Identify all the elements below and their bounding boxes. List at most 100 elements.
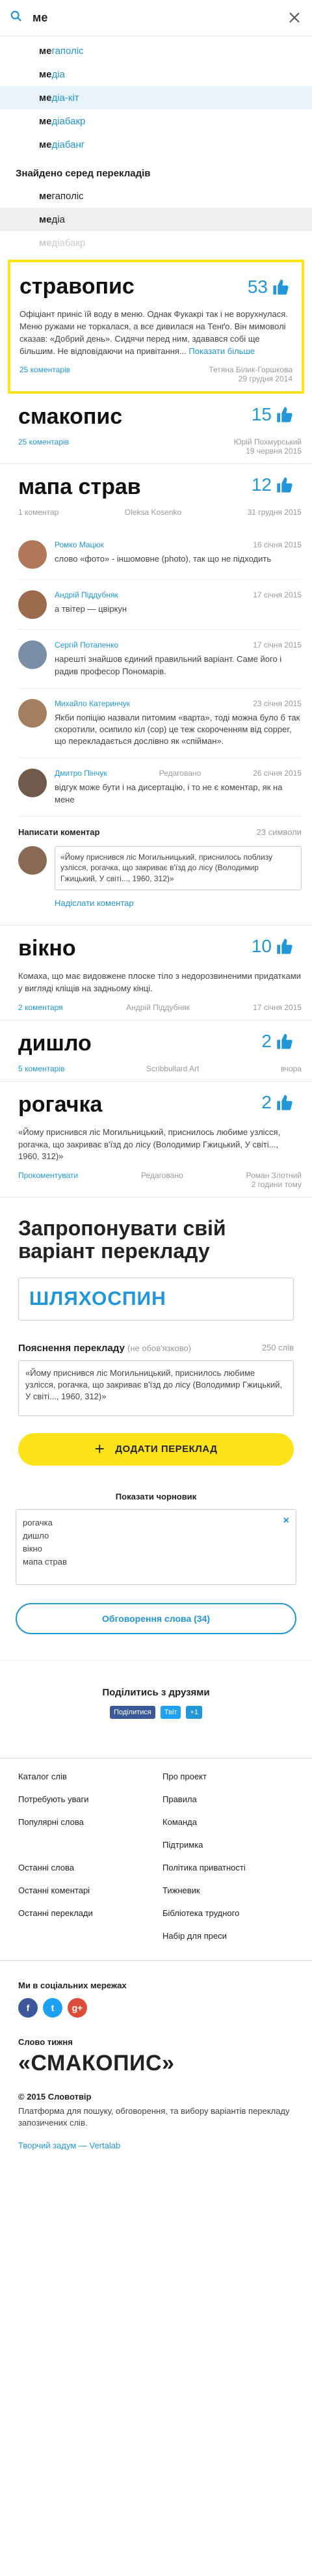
word-desc: Комаха, що має видовжене плоске тіло з н… — [18, 971, 301, 993]
twitter-icon[interactable]: t — [43, 1997, 62, 2018]
footer-spacer — [18, 1840, 150, 1849]
comments-link[interactable]: 2 коментаря — [18, 1003, 63, 1012]
add-translation-button[interactable]: + ДОДАТИ ПЕРЕКЛАД — [18, 1432, 294, 1466]
comment-date: 17 січня 2015 — [253, 640, 302, 650]
send-comment-link[interactable]: Надіслати коментар — [55, 898, 302, 908]
facebook-share-button[interactable]: Поділитися — [110, 1705, 155, 1719]
copyright: © 2015 Словотвір — [18, 2091, 92, 2102]
facebook-icon[interactable]: f — [18, 1997, 38, 2018]
suggestion-item[interactable]: ме дiабакр — [0, 109, 312, 133]
google-plus-icon[interactable]: g+ — [68, 1997, 87, 2018]
variant-input[interactable]: ШЛЯХОСПИН — [18, 1277, 294, 1321]
discussion-button[interactable]: Обговорення слова (34) — [16, 1602, 296, 1634]
draft-item[interactable]: рогачка — [23, 1516, 289, 1529]
card-meta: 2 коментаря Андрій Піддубняк 17 січня 20… — [18, 1002, 302, 1012]
footer-link[interactable]: Каталог слів — [18, 1772, 150, 1781]
comments-link[interactable]: 25 коментарів — [20, 365, 70, 383]
card-meta: 5 коментарів Scribbullard Art вчора — [18, 1063, 302, 1073]
word-card[interactable]: дишло 2 5 коментарів Scribbullard Art вч… — [0, 1021, 312, 1082]
footer-link[interactable]: Потребують уваги — [18, 1794, 150, 1804]
footer-link[interactable]: Набір для преси — [162, 1931, 294, 1941]
thumb-up-icon[interactable] — [276, 1032, 294, 1050]
footer-link[interactable]: Популярні слова — [18, 1817, 150, 1827]
comment-item: Ромко Мацюк 16 січня 2015 слово «фото» - … — [18, 530, 302, 581]
draft-item[interactable]: вікно — [23, 1542, 289, 1555]
thumb-up-icon[interactable] — [276, 476, 294, 494]
vote-score[interactable]: 53 — [248, 277, 290, 297]
card-meta: 25 коментарів Юрій Похмурський 19 червня … — [18, 437, 302, 456]
comment-author[interactable]: Сергій Потапенко — [55, 640, 118, 650]
footer-link[interactable]: Команда — [162, 1817, 294, 1827]
word-card[interactable]: рогачка 2 «Йому приснився ліс Могильниць… — [0, 1082, 312, 1198]
avatar[interactable] — [18, 540, 47, 569]
comment-author[interactable]: Ромко Мацюк — [55, 540, 104, 549]
close-icon[interactable]: × — [283, 1515, 289, 1527]
card-meta: 25 коментарів Тетяна Білик-Горшкова 29 гр… — [20, 365, 292, 384]
found-item[interactable]: ме гаполіс — [0, 184, 312, 208]
word-title[interactable]: рогачка — [18, 1092, 302, 1117]
footer-link[interactable]: Про проект — [162, 1772, 294, 1781]
comments-link[interactable]: 5 коментарів — [18, 1064, 64, 1073]
vote-score[interactable]: 12 — [252, 474, 294, 495]
suggestion-item[interactable]: ме гаполіс — [0, 39, 312, 62]
search-bar[interactable]: ме — [0, 0, 312, 36]
thumb-up-icon[interactable] — [276, 1093, 294, 1112]
word-card[interactable]: смакопис 15 25 коментарів Юрій Похмурськ… — [0, 394, 312, 465]
suggestion-item[interactable]: ме діа-кіт — [0, 86, 312, 109]
thumb-up-icon[interactable] — [276, 405, 294, 424]
footer-link[interactable]: Підтримка — [162, 1840, 294, 1850]
comment-author[interactable]: Дмитро Пінчук — [55, 769, 107, 778]
word-of-week[interactable]: «СМАКОПИС» — [18, 2051, 294, 2076]
search-input[interactable]: ме — [32, 11, 47, 25]
card-meta: Прокоментувати Редаговано Роман Злотний 2… — [18, 1171, 302, 1190]
suggestion-item[interactable]: ме діа — [0, 62, 312, 86]
comment-text: а твітер — цвіркун — [55, 604, 127, 614]
vote-score[interactable]: 2 — [261, 1031, 294, 1052]
comment-item: Михайло Катеринчук 23 січня 2015 Якби поп… — [18, 689, 302, 759]
footer-link[interactable]: Бібліотека трудного — [162, 1908, 294, 1918]
found-item[interactable]: ме дiабакр — [0, 231, 312, 254]
vote-score[interactable]: 10 — [252, 936, 294, 957]
draft-item[interactable]: мапа страв — [23, 1555, 289, 1569]
thumb-up-icon[interactable] — [276, 937, 294, 955]
comment-text: слово «фото» - іншомовне (photo), так що… — [55, 554, 272, 564]
plus-icon: + — [94, 1439, 105, 1459]
footer-link[interactable]: Тижневик — [162, 1885, 294, 1895]
vote-score[interactable]: 2 — [261, 1092, 294, 1113]
suggestion-item[interactable]: ме діабанг — [0, 133, 312, 156]
avatar[interactable] — [18, 698, 47, 728]
show-draft-toggle[interactable]: Показати чорновик — [18, 1492, 294, 1501]
word-title[interactable]: дишло — [18, 1031, 302, 1056]
footer-link[interactable]: Політика приватності — [162, 1863, 294, 1872]
comment-input[interactable]: «Йому приснився ліс Могильницький, присн… — [55, 845, 302, 891]
draft-item[interactable]: дишло — [23, 1529, 289, 1542]
comments-count[interactable]: 1 коментар — [18, 508, 58, 517]
made-by-link[interactable]: Творчий задум — Vertalab — [18, 2141, 294, 2150]
thumb-up-icon[interactable] — [272, 278, 290, 296]
comment-item: Андрій Піддубняк 17 січня 2015 а твітер —… — [18, 580, 302, 631]
word-card[interactable]: вікно 10 Комаха, що має видовжене плоске… — [0, 925, 312, 1021]
footer-link[interactable]: Останні коментарі — [18, 1885, 150, 1895]
footer-link[interactable]: Правила — [162, 1794, 294, 1804]
search-icon — [10, 10, 21, 21]
avatar[interactable] — [18, 769, 47, 798]
found-item[interactable]: ме діа — [0, 208, 312, 231]
vote-score[interactable]: 15 — [252, 404, 294, 425]
close-icon[interactable] — [289, 12, 300, 23]
comment-author[interactable]: Андрій Піддубняк — [55, 590, 118, 599]
avatar[interactable] — [18, 590, 47, 620]
comment-author[interactable]: Михайло Катеринчук — [55, 699, 130, 708]
avatar[interactable] — [18, 640, 47, 670]
word-card[interactable]: мапа страв 12 1 коментар Oleksa Kosenko … — [0, 464, 312, 525]
show-more-link[interactable]: Показати більше — [188, 346, 255, 356]
twitter-share-button[interactable]: Твіт — [160, 1705, 181, 1719]
expl-label: Пояснення перекладу — [18, 1342, 125, 1354]
featured-card[interactable]: стравопис 53 Офіціант приніс їй воду в м… — [8, 260, 304, 394]
comments-link[interactable]: 25 коментарів — [18, 437, 69, 456]
footer-link[interactable]: Останні слова — [18, 1863, 150, 1872]
comment-link[interactable]: Прокоментувати — [18, 1171, 78, 1189]
footer-link[interactable]: Останні переклади — [18, 1908, 150, 1918]
explanation-input[interactable]: «Йому приснився ліс Могильницький, присн… — [18, 1360, 294, 1416]
avatar — [18, 845, 47, 875]
gplus-share-button[interactable]: +1 — [186, 1705, 202, 1719]
